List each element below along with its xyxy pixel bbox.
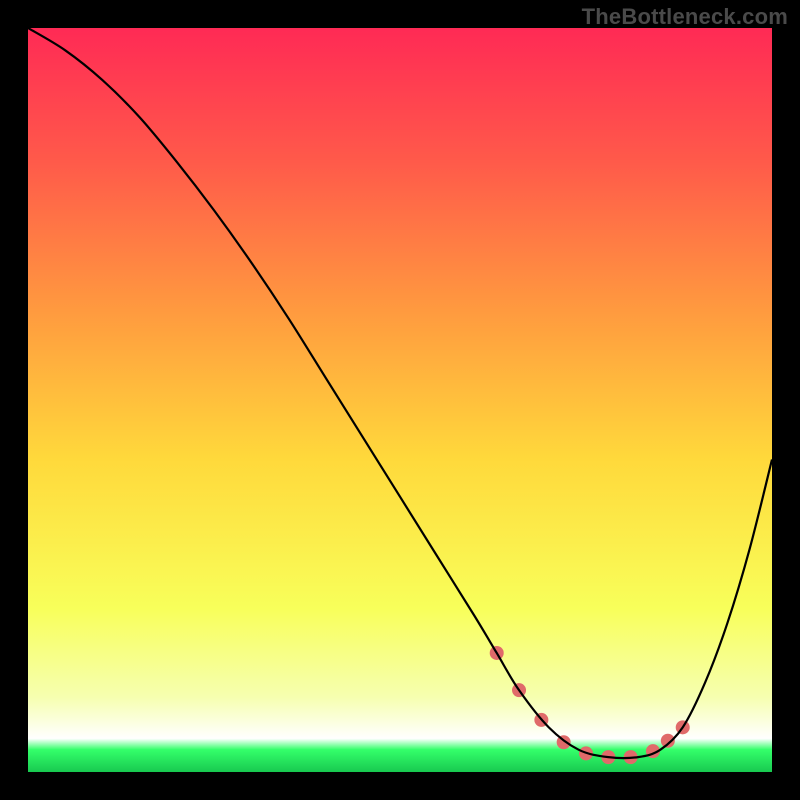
chart-root: TheBottleneck.com: [0, 0, 800, 800]
gradient-background: [28, 28, 772, 772]
watermark-label: TheBottleneck.com: [582, 4, 788, 30]
chart-svg: [28, 28, 772, 772]
plot-area: [28, 28, 772, 772]
